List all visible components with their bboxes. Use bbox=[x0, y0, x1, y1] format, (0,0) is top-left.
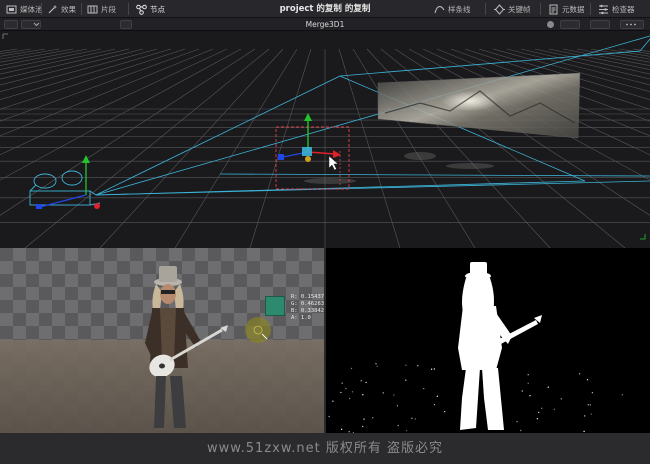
resize-handle-button[interactable] bbox=[120, 20, 132, 29]
readout-green: G: 0.46263 bbox=[291, 301, 325, 307]
media-pool-tab[interactable]: 媒体池 bbox=[6, 0, 43, 18]
inspector-label: 检查器 bbox=[612, 4, 635, 14]
spline-label: 样条线 bbox=[448, 4, 471, 14]
top-toolbar: 媒体池 效果 片段 节点 project 的复制 的复制 样条线 关键帧 元数据… bbox=[0, 0, 650, 18]
footer-bar: www.51zxw.net 版权所有 盗版必究 bbox=[0, 433, 650, 464]
keyframes-label: 关键帧 bbox=[508, 4, 531, 14]
3d-viewport[interactable] bbox=[0, 31, 650, 248]
toolbar-divider bbox=[485, 3, 486, 15]
viewer-title: Merge3D1 bbox=[305, 20, 345, 29]
clips-icon bbox=[87, 4, 98, 15]
media-pool-icon bbox=[6, 4, 17, 15]
metadata-tab[interactable]: 元数据 bbox=[548, 0, 585, 18]
more-icon bbox=[626, 23, 636, 26]
effects-label: 效果 bbox=[61, 4, 76, 14]
clips-tab[interactable]: 片段 bbox=[87, 0, 116, 18]
inspector-tab[interactable]: 检查器 bbox=[598, 0, 635, 18]
toolbar-divider bbox=[590, 3, 591, 15]
viewer-menu-button[interactable] bbox=[620, 20, 644, 29]
viewer-layout-button[interactable] bbox=[4, 20, 18, 29]
effects-icon bbox=[47, 4, 58, 15]
foreground-viewer[interactable] bbox=[0, 248, 324, 433]
readout-blue: B: 0.33842 bbox=[291, 308, 325, 314]
nodes-label: 节点 bbox=[150, 4, 165, 14]
readout-alpha: A: 1.0 bbox=[291, 315, 311, 321]
keyframes-tab[interactable]: 关键帧 bbox=[494, 0, 531, 18]
clips-label: 片段 bbox=[101, 4, 116, 14]
spline-tab[interactable]: 样条线 bbox=[434, 0, 471, 18]
mouse-cursor-icon bbox=[328, 155, 339, 171]
media-pool-label: 媒体池 bbox=[20, 4, 43, 14]
sampled-color-swatch bbox=[265, 296, 285, 316]
color-readout: R: 0.15437 G: 0.46263 B: 0.33842 A: 1.0 bbox=[291, 294, 324, 322]
watermark-text: www.51zxw.net 版权所有 盗版必究 bbox=[206, 441, 444, 456]
nodes-icon bbox=[136, 4, 147, 15]
toolbar-divider bbox=[128, 3, 129, 15]
viewer-header-bar: Merge3D1 bbox=[0, 18, 650, 31]
viewport-corner-icon bbox=[2, 33, 8, 39]
metadata-icon bbox=[548, 4, 559, 15]
toolbar-divider bbox=[540, 3, 541, 15]
spline-icon bbox=[434, 4, 445, 15]
color-probe-glow bbox=[245, 317, 271, 343]
matte-viewer[interactable] bbox=[326, 248, 650, 433]
record-dot-icon[interactable] bbox=[547, 21, 554, 28]
chevron-down-icon bbox=[33, 22, 40, 27]
keyframes-icon bbox=[494, 3, 505, 15]
viewer-lut-dropdown[interactable] bbox=[590, 20, 610, 29]
viewer-options-dropdown[interactable] bbox=[21, 20, 41, 29]
alpha-matte bbox=[328, 262, 623, 433]
project-title: project 的复制 的复制 bbox=[279, 4, 371, 14]
inspector-icon bbox=[598, 4, 609, 15]
toolbar-divider bbox=[81, 3, 82, 15]
3d-scene bbox=[0, 33, 650, 248]
readout-red: R: 0.15437 bbox=[291, 294, 325, 300]
color-channel-dropdown[interactable] bbox=[560, 20, 580, 29]
guitarist-footage bbox=[145, 266, 271, 428]
nodes-tab[interactable]: 节点 bbox=[136, 0, 165, 18]
ground-reflection bbox=[304, 152, 494, 184]
metadata-label: 元数据 bbox=[562, 4, 585, 14]
effects-tab[interactable]: 效果 bbox=[47, 0, 76, 18]
toolbar-divider bbox=[41, 3, 42, 15]
image-plane[interactable] bbox=[377, 72, 581, 139]
